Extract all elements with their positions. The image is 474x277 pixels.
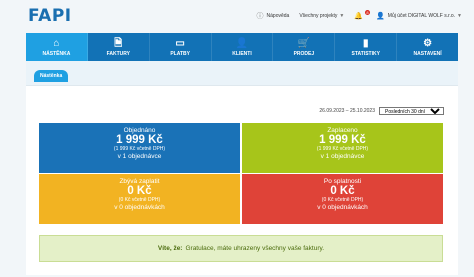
tile-remaining[interactable]: Zbývá zaplatit 0 Kč (0 Kč včetně DPH) v …	[39, 174, 240, 224]
chevron-down-icon: ▼	[457, 13, 462, 19]
tab-dashboard[interactable]: ⌂ NÁSTĚNKA	[26, 33, 88, 61]
tile-amount: 0 Kč	[330, 185, 355, 197]
help-label: Nápověda	[266, 13, 290, 19]
tile-amount: 1 999 Kč	[116, 134, 163, 146]
credit-card-icon: ▭	[175, 37, 185, 49]
gear-icon: ⚙	[423, 37, 433, 49]
tab-label: NÁSTĚNKA	[42, 50, 71, 57]
tile-amount: 0 Kč	[127, 185, 152, 197]
tip-text: Gratulace, máte uhrazeny všechny vaše fa…	[185, 245, 325, 252]
info-icon: ⓘ	[256, 12, 264, 20]
tab-label: STATISTIKY	[351, 50, 380, 57]
home-icon: ⌂	[53, 37, 60, 49]
tile-count: v 1 objednávce	[117, 153, 162, 160]
help-link[interactable]: ⓘ Nápověda	[257, 13, 290, 20]
tab-statistics[interactable]: ▮ STATISTIKY	[335, 33, 398, 61]
document-icon: 🗎	[114, 37, 123, 49]
notifications-button[interactable]: 🔔 8	[354, 9, 371, 20]
user-icon: 👤	[376, 12, 385, 20]
tip-prefix: Víte, že:	[157, 245, 183, 252]
fapi-logo[interactable]: FAPI	[28, 6, 72, 26]
tile-overdue[interactable]: Po splatnosti 0 Kč (0 Kč včetně DPH) v 0…	[242, 174, 443, 224]
tab-settings[interactable]: ⚙ NASTAVENÍ	[397, 33, 458, 61]
tile-count: v 0 objednávkách	[317, 204, 368, 211]
tile-vat: (1 999 Kč včetně DPH)	[316, 146, 369, 152]
period-select[interactable]: Posledních 30 dní	[379, 107, 444, 115]
user-icon: 👤	[235, 37, 249, 49]
tab-invoices[interactable]: 🗎 FAKTURY	[88, 33, 150, 61]
tile-count: v 0 objednávkách	[114, 204, 165, 211]
tab-clients[interactable]: 👤 KLIENTI	[212, 33, 274, 61]
subtab-bar: Nástěnka	[26, 61, 458, 86]
subtab-dashboard[interactable]: Nástěnka	[34, 70, 69, 82]
account-menu[interactable]: 👤 Můj účet DIGITAL WOLF s.r.o. ▼	[376, 13, 462, 20]
tab-label: FAKTURY	[106, 50, 130, 57]
tab-payments[interactable]: ▭ PLATBY	[150, 33, 212, 61]
dashboard-panel: Nástěnka 26.09.2023 – 25.10.2023 Posledn…	[26, 61, 458, 275]
date-range: 26.09.2023 – 25.10.2023	[319, 108, 375, 114]
tab-label: NASTAVENÍ	[413, 50, 442, 57]
bell-icon: 🔔	[354, 12, 364, 20]
tile-amount: 1 999 Kč	[319, 134, 366, 146]
tile-vat: (0 Kč včetně DPH)	[321, 197, 364, 203]
tile-vat: (0 Kč včetně DPH)	[118, 197, 161, 203]
summary-tiles: Objednáno 1 999 Kč (1 999 Kč včetně DPH)…	[39, 123, 443, 224]
tile-vat: (1 999 Kč včetně DPH)	[113, 146, 166, 152]
account-label: Můj účet DIGITAL WOLF s.r.o.	[387, 13, 456, 19]
notification-badge: 8	[364, 9, 371, 15]
tab-label: KLIENTI	[232, 50, 252, 57]
tab-label: PRODEJ	[293, 50, 315, 57]
main-navigation: ⌂ NÁSTĚNKA 🗎 FAKTURY ▭ PLATBY 👤 KLIENTI …	[26, 33, 458, 61]
tab-sales[interactable]: 🛒 PRODEJ	[273, 33, 336, 61]
tile-count: v 1 objednávce	[320, 153, 365, 160]
tile-paid[interactable]: Zaplaceno 1 999 Kč (1 999 Kč včetně DPH)…	[242, 123, 443, 173]
bar-chart-icon: ▮	[362, 37, 369, 49]
cart-icon: 🛒	[297, 37, 311, 49]
tab-label: PLATBY	[170, 50, 190, 57]
tile-ordered[interactable]: Objednáno 1 999 Kč (1 999 Kč včetně DPH)…	[39, 123, 240, 173]
tip-alert: Víte, že: Gratulace, máte uhrazeny všech…	[39, 235, 443, 262]
date-filter: 26.09.2023 – 25.10.2023 Posledních 30 dn…	[319, 107, 444, 115]
project-selector[interactable]: Všechny projekty ▼	[299, 13, 344, 19]
projects-label: Všechny projekty	[299, 13, 338, 19]
top-bar: ⓘ Nápověda Všechny projekty ▼ 🔔 8 👤 Můj …	[247, 9, 462, 21]
chevron-down-icon: ▼	[339, 13, 345, 19]
